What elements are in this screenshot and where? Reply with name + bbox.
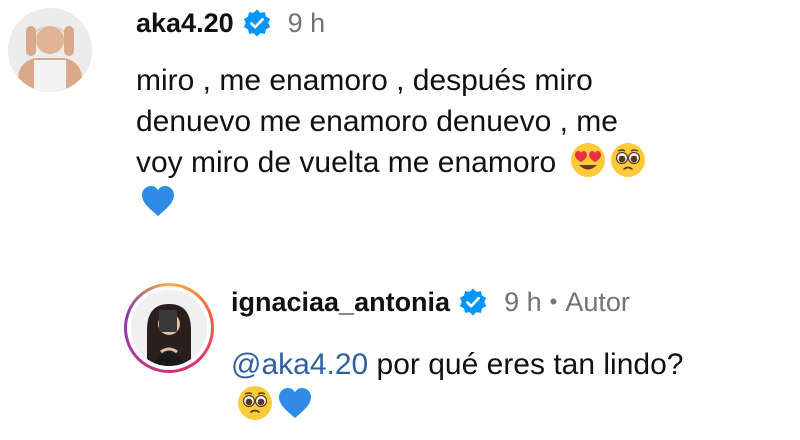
comment-line: voy miro de vuelta me enamoro [136,146,557,179]
comment-header: aka4.20 9 h [136,8,325,38]
pleading-face-emoji-icon [610,142,646,178]
blue-heart-emoji-icon [277,385,313,421]
blue-heart-emoji-icon [140,183,176,219]
username[interactable]: ignaciaa_antonia [231,288,450,316]
timestamp: 9 h [504,286,542,317]
reply-line: @aka4.20 por qué eres tan lindo? [231,344,791,385]
separator-dot: • [549,289,558,314]
verified-badge-icon [458,287,488,317]
timestamp: 9 h [287,7,326,38]
pleading-face-emoji-icon [237,385,273,421]
avatar-ignaciaa-antonia[interactable] [124,283,214,373]
reply-header: ignaciaa_antonia 9 h • Autor [231,287,630,317]
comment-line-emojis [136,183,776,224]
verified-badge-icon [242,8,272,38]
username[interactable]: aka4.20 [136,9,234,37]
reply-line-emojis [231,385,791,426]
mention-link[interactable]: @aka4.20 [231,348,368,381]
comment-text: miro , me enamoro , después miro denuevo… [136,60,776,224]
comment-line-with-emojis: voy miro de vuelta me enamoro [136,142,776,183]
reply-body: por qué eres tan lindo? [368,348,684,381]
reply-text: @aka4.20 por qué eres tan lindo? [231,344,791,426]
heart-eyes-emoji-icon [570,142,606,178]
avatar-aka4-20[interactable] [8,8,92,92]
comment-line: miro , me enamoro , después miro [136,64,593,97]
author-badge: Autor [565,286,630,317]
comment-line: denuevo me enamoro denuevo , me [136,105,618,138]
